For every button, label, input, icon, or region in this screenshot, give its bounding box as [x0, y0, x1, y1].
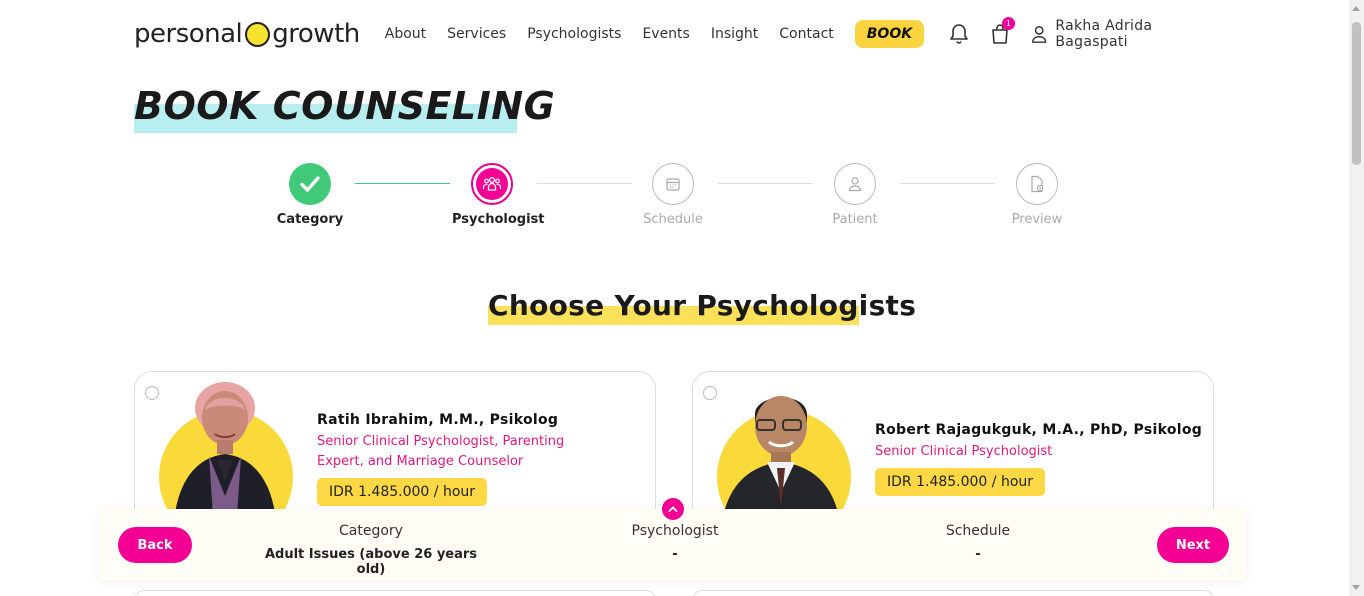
- page-scrollbar[interactable]: [1349, 0, 1364, 596]
- summary-label: Category: [339, 523, 403, 539]
- stepper-connector: [718, 183, 813, 184]
- step-patient[interactable]: Patient: [815, 163, 895, 227]
- summary-label: Psychologist: [631, 523, 719, 539]
- logo-circle-icon: [245, 21, 271, 47]
- section-title: Choose Your Psychologists: [488, 289, 917, 322]
- step-schedule[interactable]: Schedule: [633, 163, 713, 227]
- top-navbar: personal growth About Services Psycholog…: [134, 16, 1214, 52]
- booking-stepper: Category Psychologist Schedule Patient P…: [270, 163, 1090, 233]
- psychologist-title: Senior Clinical Psychologist, Parenting …: [317, 434, 565, 469]
- main-nav: About Services Psychologists Events Insi…: [385, 20, 925, 48]
- cart-count-badge: 1: [1001, 17, 1015, 30]
- page-title-block: BOOK COUNSELING: [134, 84, 556, 133]
- logo-text-right: growth: [272, 19, 360, 49]
- summary-value: Adult Issues (above 26 years old): [264, 547, 478, 577]
- chevron-up-icon[interactable]: [662, 498, 684, 520]
- step-preview[interactable]: Preview: [997, 163, 1077, 227]
- check-icon: [289, 163, 331, 205]
- psychologist-card[interactable]: Ratih Ibrahim, M.M., Psikolog Senior Cli…: [134, 371, 656, 531]
- next-button[interactable]: Next: [1157, 527, 1229, 563]
- nav-services[interactable]: Services: [447, 26, 506, 42]
- psychologist-info: Ratih Ibrahim, M.M., Psikolog Senior Cli…: [317, 412, 607, 506]
- nav-contact[interactable]: Contact: [779, 26, 833, 42]
- user-menu[interactable]: Rakha Adrida Bagaspati: [1031, 18, 1214, 50]
- summary-value: -: [975, 547, 981, 562]
- document-icon: [1016, 163, 1058, 205]
- summary-value: -: [672, 547, 678, 562]
- shopping-bag-icon[interactable]: 1: [989, 17, 1015, 46]
- user-icon: [1032, 25, 1047, 43]
- user-name: Rakha Adrida Bagaspati: [1055, 18, 1153, 50]
- summary-schedule: Schedule -: [918, 523, 1038, 562]
- logo-text-left: personal: [134, 19, 243, 49]
- step-label: Psychologist: [452, 212, 545, 227]
- stepper-connector: [900, 183, 995, 184]
- summary-category: Category Adult Issues (above 26 years ol…: [260, 523, 482, 577]
- price-tag: IDR 1.485.000 / hour: [317, 478, 488, 506]
- calendar-icon: [652, 163, 694, 205]
- step-psychologist[interactable]: Psychologist: [452, 163, 545, 227]
- nav-events[interactable]: Events: [642, 26, 689, 42]
- psychologist-name: Ratih Ibrahim, M.M., Psikolog: [317, 412, 559, 428]
- psychologist-title: Senior Clinical Psychologist: [875, 444, 1053, 459]
- bell-icon[interactable]: [948, 22, 970, 46]
- step-label: Category: [276, 212, 344, 227]
- user-icon: [834, 163, 876, 205]
- step-label: Schedule: [643, 212, 703, 227]
- stepper-connector: [355, 183, 450, 184]
- scroll-thumb[interactable]: [1352, 22, 1361, 165]
- book-button[interactable]: BOOK: [854, 20, 925, 48]
- step-category[interactable]: Category: [270, 163, 350, 227]
- section-heading: Choose Your Psychologists: [488, 289, 917, 325]
- people-icon: [476, 168, 508, 200]
- page-title: BOOK COUNSELING: [134, 84, 556, 128]
- nav-psychologists[interactable]: Psychologists: [527, 26, 621, 42]
- scroll-up-icon[interactable]: [1352, 6, 1360, 11]
- price-tag: IDR 1.485.000 / hour: [875, 468, 1046, 496]
- back-button[interactable]: Back: [118, 527, 192, 563]
- psychologist-info: Robert Rajagukguk, M.A., PhD, Psikolog S…: [875, 422, 1202, 496]
- stepper-connector: [537, 183, 632, 184]
- scroll-down-icon[interactable]: [1352, 585, 1360, 590]
- step-label: Preview: [1011, 212, 1063, 227]
- psychologist-name: Robert Rajagukguk, M.A., PhD, Psikolog: [875, 422, 1203, 438]
- psychologist-card-peek: [134, 590, 656, 596]
- step-label: Patient: [832, 212, 878, 227]
- brand-logo[interactable]: personal growth: [134, 19, 360, 49]
- summary-psychologist: Psychologist -: [615, 523, 735, 562]
- psychologist-card-peek: [692, 590, 1214, 596]
- select-radio[interactable]: [145, 386, 159, 400]
- nav-about[interactable]: About: [385, 26, 426, 42]
- psychologist-card[interactable]: Robert Rajagukguk, M.A., PhD, Psikolog S…: [692, 371, 1214, 531]
- summary-label: Schedule: [945, 523, 1011, 539]
- nav-insight[interactable]: Insight: [711, 26, 758, 42]
